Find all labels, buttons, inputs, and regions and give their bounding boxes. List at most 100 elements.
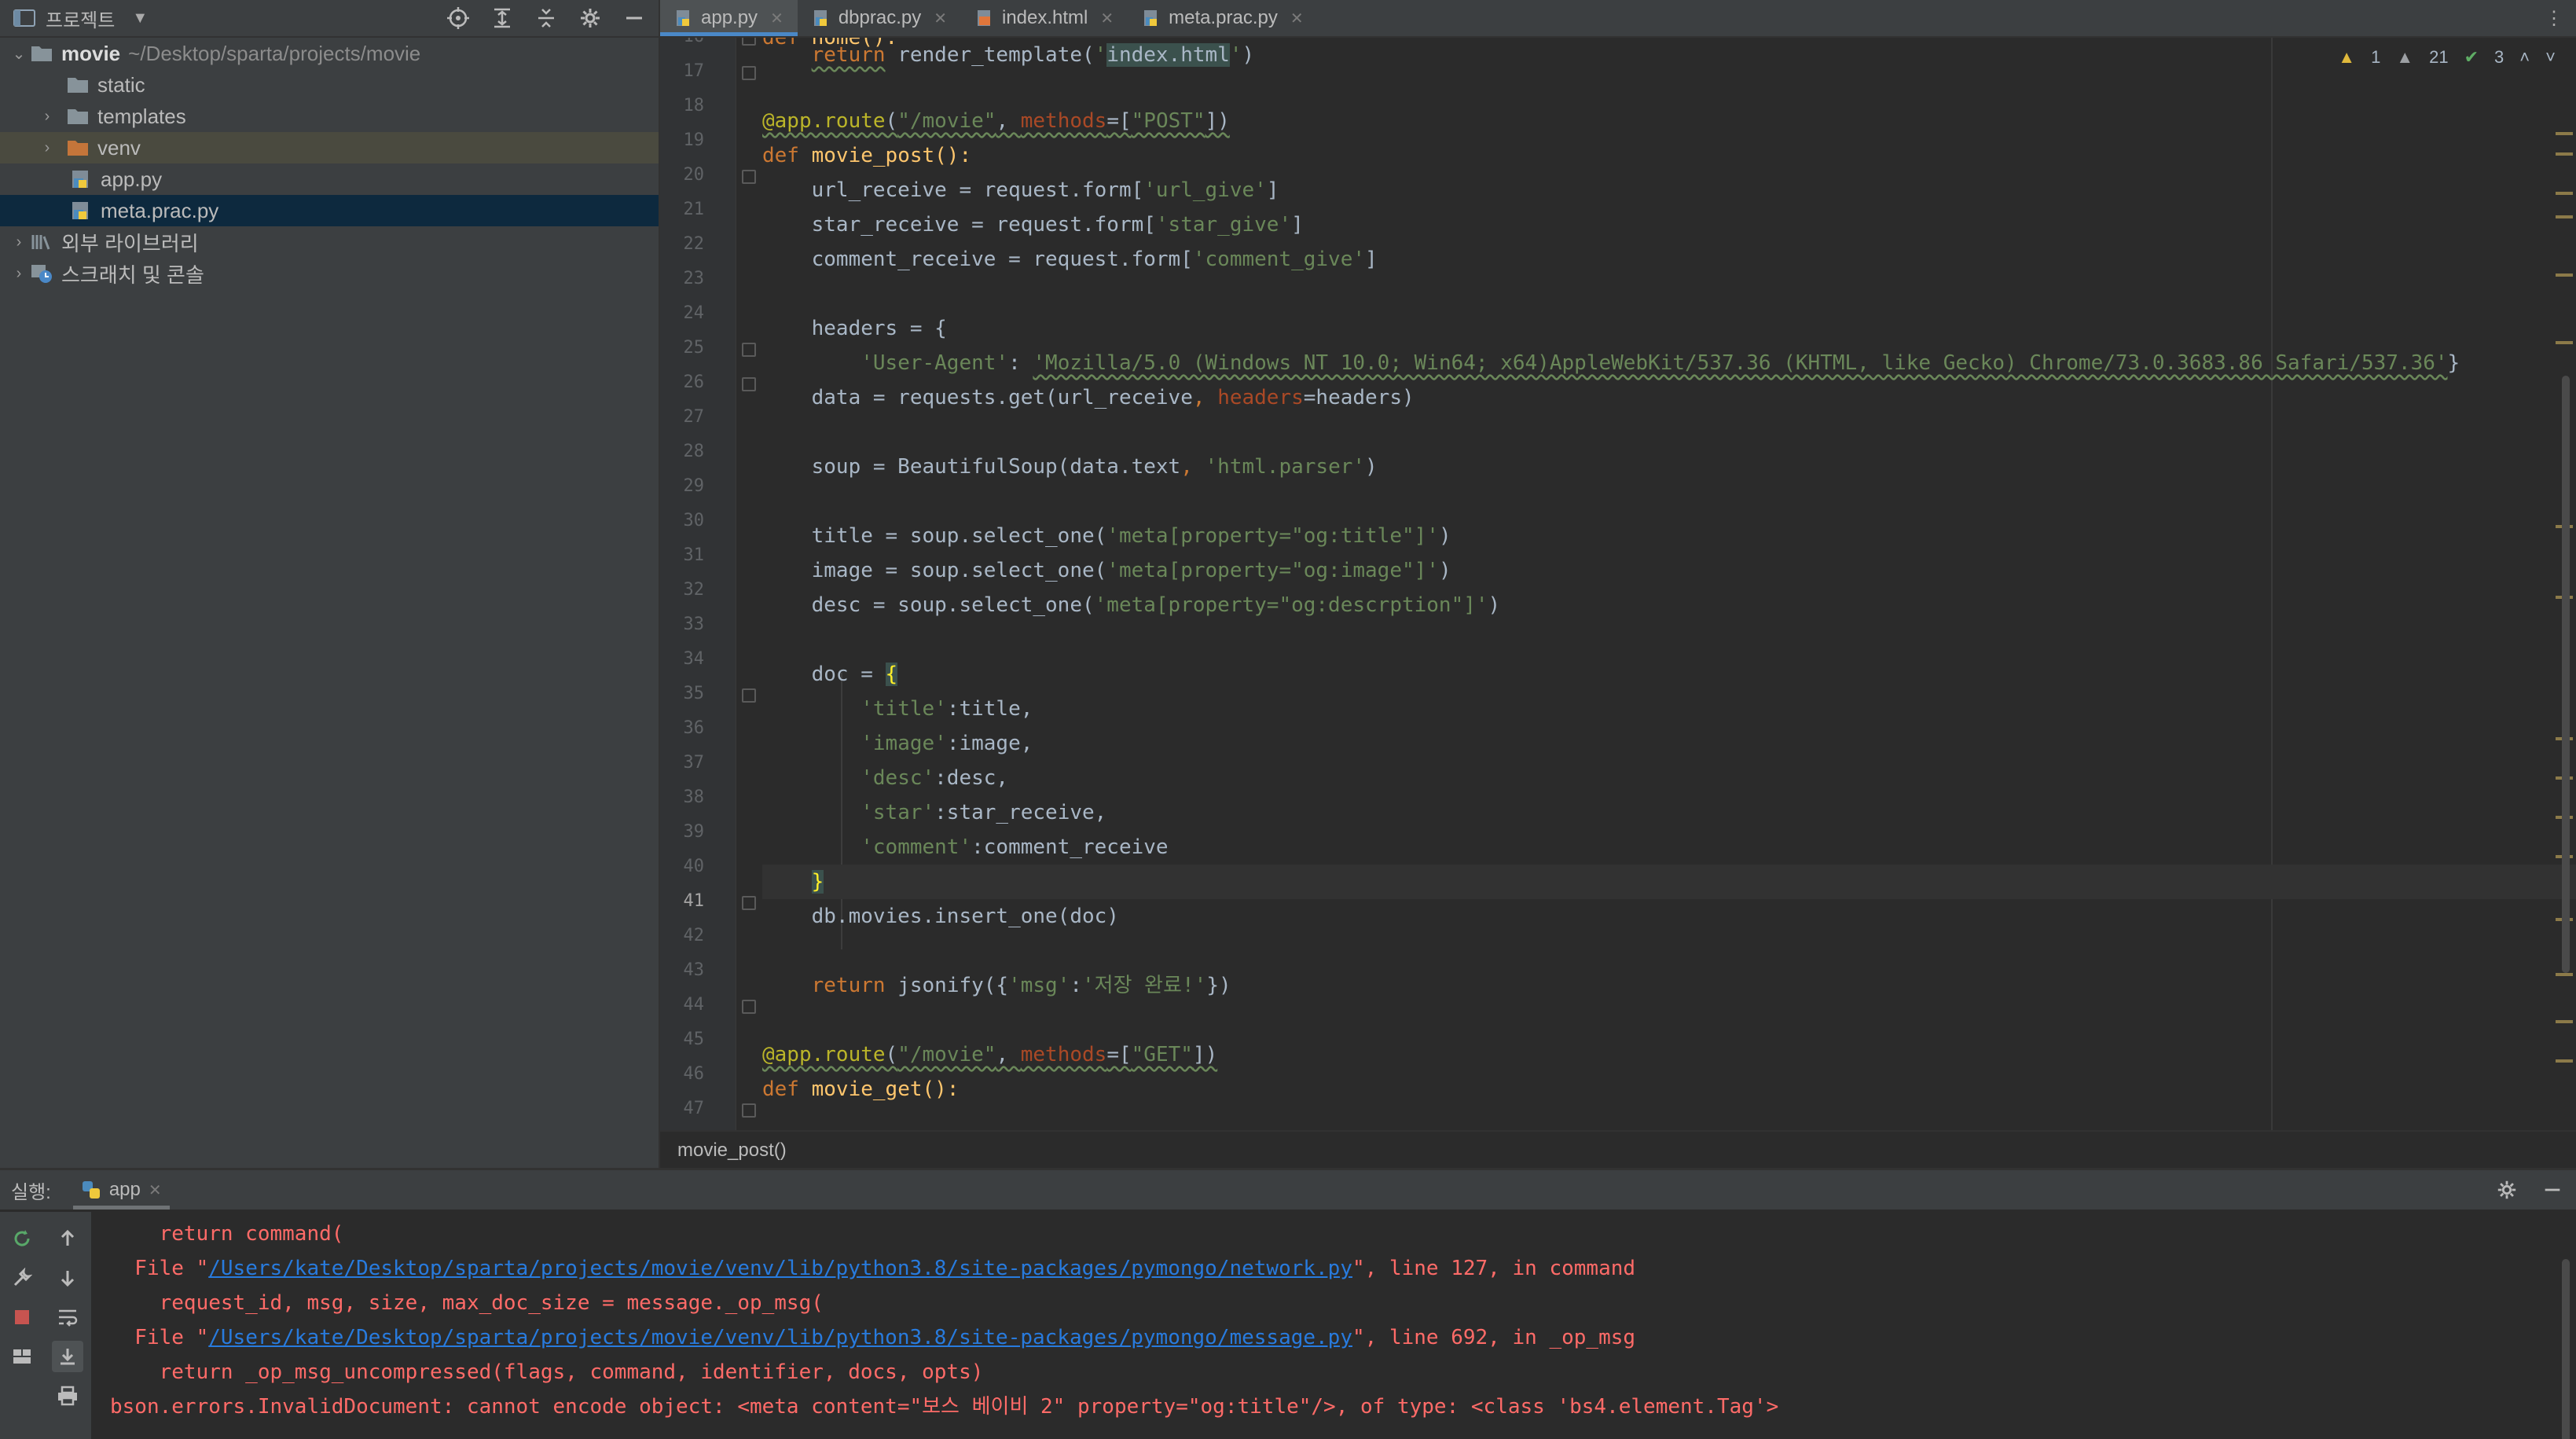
breadcrumb[interactable]: movie_post() xyxy=(660,1130,2576,1169)
arrow-down-icon[interactable] xyxy=(52,1262,83,1294)
fold-marker-icon[interactable] xyxy=(742,38,756,46)
more-tabs-icon[interactable]: ⋮ xyxy=(2532,0,2576,36)
run-tab-label: app xyxy=(108,1179,141,1200)
tab-label: dbprac.py xyxy=(838,7,922,28)
chevron-right-icon[interactable]: › xyxy=(36,108,58,126)
gear-icon[interactable] xyxy=(578,6,602,30)
editor-scrollbar[interactable] xyxy=(2562,376,2570,973)
fold-marker-icon[interactable] xyxy=(742,1103,756,1118)
tab-index-html[interactable]: index.html ✕ xyxy=(961,0,1128,36)
line-number: 19 xyxy=(683,130,705,150)
locate-file-icon[interactable] xyxy=(446,6,470,30)
code-line: 'comment':comment_receive xyxy=(861,835,1169,859)
console-output[interactable]: return command( File "/Users/kate/Deskto… xyxy=(91,1212,2576,1439)
stripe-mark[interactable] xyxy=(2556,273,2573,277)
minimize-icon[interactable] xyxy=(622,6,646,30)
tab-dbprac-py[interactable]: dbprac.py ✕ xyxy=(798,0,961,36)
line-number: 24 xyxy=(683,303,705,323)
line-number: 36 xyxy=(683,718,705,738)
tree-item-meta-prac-py[interactable]: meta.prac.py xyxy=(0,195,659,226)
tree-item-label: meta.prac.py xyxy=(101,198,219,222)
stripe-mark[interactable] xyxy=(2556,1059,2573,1063)
close-icon[interactable]: ✕ xyxy=(934,9,947,28)
fold-marker-icon[interactable] xyxy=(742,343,756,357)
tree-item-movie[interactable]: ⌄ movie ~/Desktop/sparta/projects/movie xyxy=(0,38,659,69)
file-link[interactable]: /Users/kate/Desktop/sparta/projects/movi… xyxy=(208,1257,1352,1280)
code-line: def movie_post(): xyxy=(762,144,972,167)
print-icon[interactable] xyxy=(52,1380,83,1411)
python-file-icon xyxy=(677,10,689,26)
code-line: url_receive = request.form['url_give'] xyxy=(762,178,1279,202)
project-path: ~/Desktop/sparta/projects/movie xyxy=(128,41,421,65)
code-line: comment_receive = request.form['comment_… xyxy=(762,248,1378,271)
run-label: 실행: xyxy=(11,1181,51,1203)
soft-wrap-icon[interactable] xyxy=(52,1301,83,1333)
code-line: title = soup.select_one('meta[property="… xyxy=(762,524,1451,548)
code-line: return jsonify({'msg':'저장 완료!'}) xyxy=(811,974,1231,997)
line-number: 46 xyxy=(683,1064,705,1084)
fold-marker-icon[interactable] xyxy=(742,170,756,184)
line-number: 37 xyxy=(683,753,705,773)
tab-label: app.py xyxy=(701,7,758,28)
console-scrollbar[interactable] xyxy=(2562,1259,2570,1439)
minimize-icon[interactable] xyxy=(2541,1179,2563,1201)
stripe-mark[interactable] xyxy=(2556,1020,2573,1023)
line-number: 22 xyxy=(683,234,705,254)
code-area[interactable]: def home(): return render_template('inde… xyxy=(762,38,2576,1130)
stripe-mark[interactable] xyxy=(2556,132,2573,135)
stripe-mark[interactable] xyxy=(2556,973,2573,976)
stripe-mark[interactable] xyxy=(2556,152,2573,156)
close-icon[interactable]: ✕ xyxy=(149,1180,162,1200)
fold-marker-icon[interactable] xyxy=(742,377,756,391)
gear-icon[interactable] xyxy=(2496,1179,2518,1201)
code-line: @app.route("/movie", methods=["GET"]) xyxy=(762,1043,1218,1066)
python-icon xyxy=(82,1181,100,1199)
breadcrumb-item[interactable]: movie_post() xyxy=(677,1140,787,1162)
fold-marker-icon[interactable] xyxy=(742,688,756,703)
tree-item-external-libraries[interactable]: › 외부 라이브러리 xyxy=(0,226,659,258)
code-editor[interactable]: 16 17 18 19 20 21 22 23 24 25 26 27 28 29 30 31 32 33 34 35… xyxy=(660,38,2576,1130)
close-icon[interactable]: ✕ xyxy=(1100,9,1114,28)
close-icon[interactable]: ✕ xyxy=(1290,9,1304,28)
wrench-icon[interactable] xyxy=(6,1262,38,1294)
chevron-right-icon[interactable]: › xyxy=(8,233,30,251)
line-number: 41 xyxy=(683,891,705,911)
layout-icon[interactable] xyxy=(6,1341,38,1372)
line-number: 42 xyxy=(683,926,705,945)
tree-item-label: 스크래치 및 콘솔 xyxy=(61,262,204,287)
fold-marker-icon[interactable] xyxy=(742,896,756,910)
arrow-up-icon[interactable] xyxy=(52,1223,83,1254)
fold-marker-icon[interactable] xyxy=(742,1000,756,1014)
rerun-icon[interactable] xyxy=(6,1223,38,1254)
chevron-right-icon[interactable]: › xyxy=(36,139,58,157)
tree-item-venv[interactable]: › venv xyxy=(0,132,659,163)
tree-item-app-py[interactable]: app.py xyxy=(0,163,659,195)
chevron-down-icon[interactable]: ▼ xyxy=(132,9,148,28)
tab-app-py[interactable]: app.py ✕ xyxy=(660,0,798,36)
tree-item-templates[interactable]: › templates xyxy=(0,101,659,132)
code-line: 'title':title, xyxy=(861,697,1033,721)
run-tab-app[interactable]: app ✕ xyxy=(72,1170,170,1210)
file-link[interactable]: /Users/kate/Desktop/sparta/projects/movi… xyxy=(208,1326,1352,1349)
chevron-right-icon[interactable]: › xyxy=(8,265,30,283)
code-line: star_receive = request.form['star_give'] xyxy=(762,213,1304,237)
project-panel-title[interactable]: 프로젝트 xyxy=(46,5,115,32)
stop-icon[interactable] xyxy=(6,1301,38,1333)
collapse-all-icon[interactable] xyxy=(534,6,558,30)
console-line: request_id, msg, size, max_doc_size = me… xyxy=(110,1291,824,1315)
expand-all-icon[interactable] xyxy=(490,6,514,30)
line-number: 21 xyxy=(683,200,705,219)
chevron-down-icon[interactable]: ⌄ xyxy=(8,44,30,64)
line-number: 32 xyxy=(683,580,705,600)
tree-item-static[interactable]: static xyxy=(0,69,659,101)
line-number: 27 xyxy=(683,407,705,427)
stripe-mark[interactable] xyxy=(2556,192,2573,195)
line-number: 47 xyxy=(683,1099,705,1118)
fold-marker-icon[interactable] xyxy=(742,66,756,80)
close-icon[interactable]: ✕ xyxy=(770,9,783,28)
tab-meta-prac-py[interactable]: meta.prac.py ✕ xyxy=(1128,0,1318,36)
tree-item-scratches[interactable]: › 스크래치 및 콘솔 xyxy=(0,258,659,289)
stripe-mark[interactable] xyxy=(2556,341,2573,344)
stripe-mark[interactable] xyxy=(2556,215,2573,218)
scroll-to-end-icon[interactable] xyxy=(52,1341,83,1372)
